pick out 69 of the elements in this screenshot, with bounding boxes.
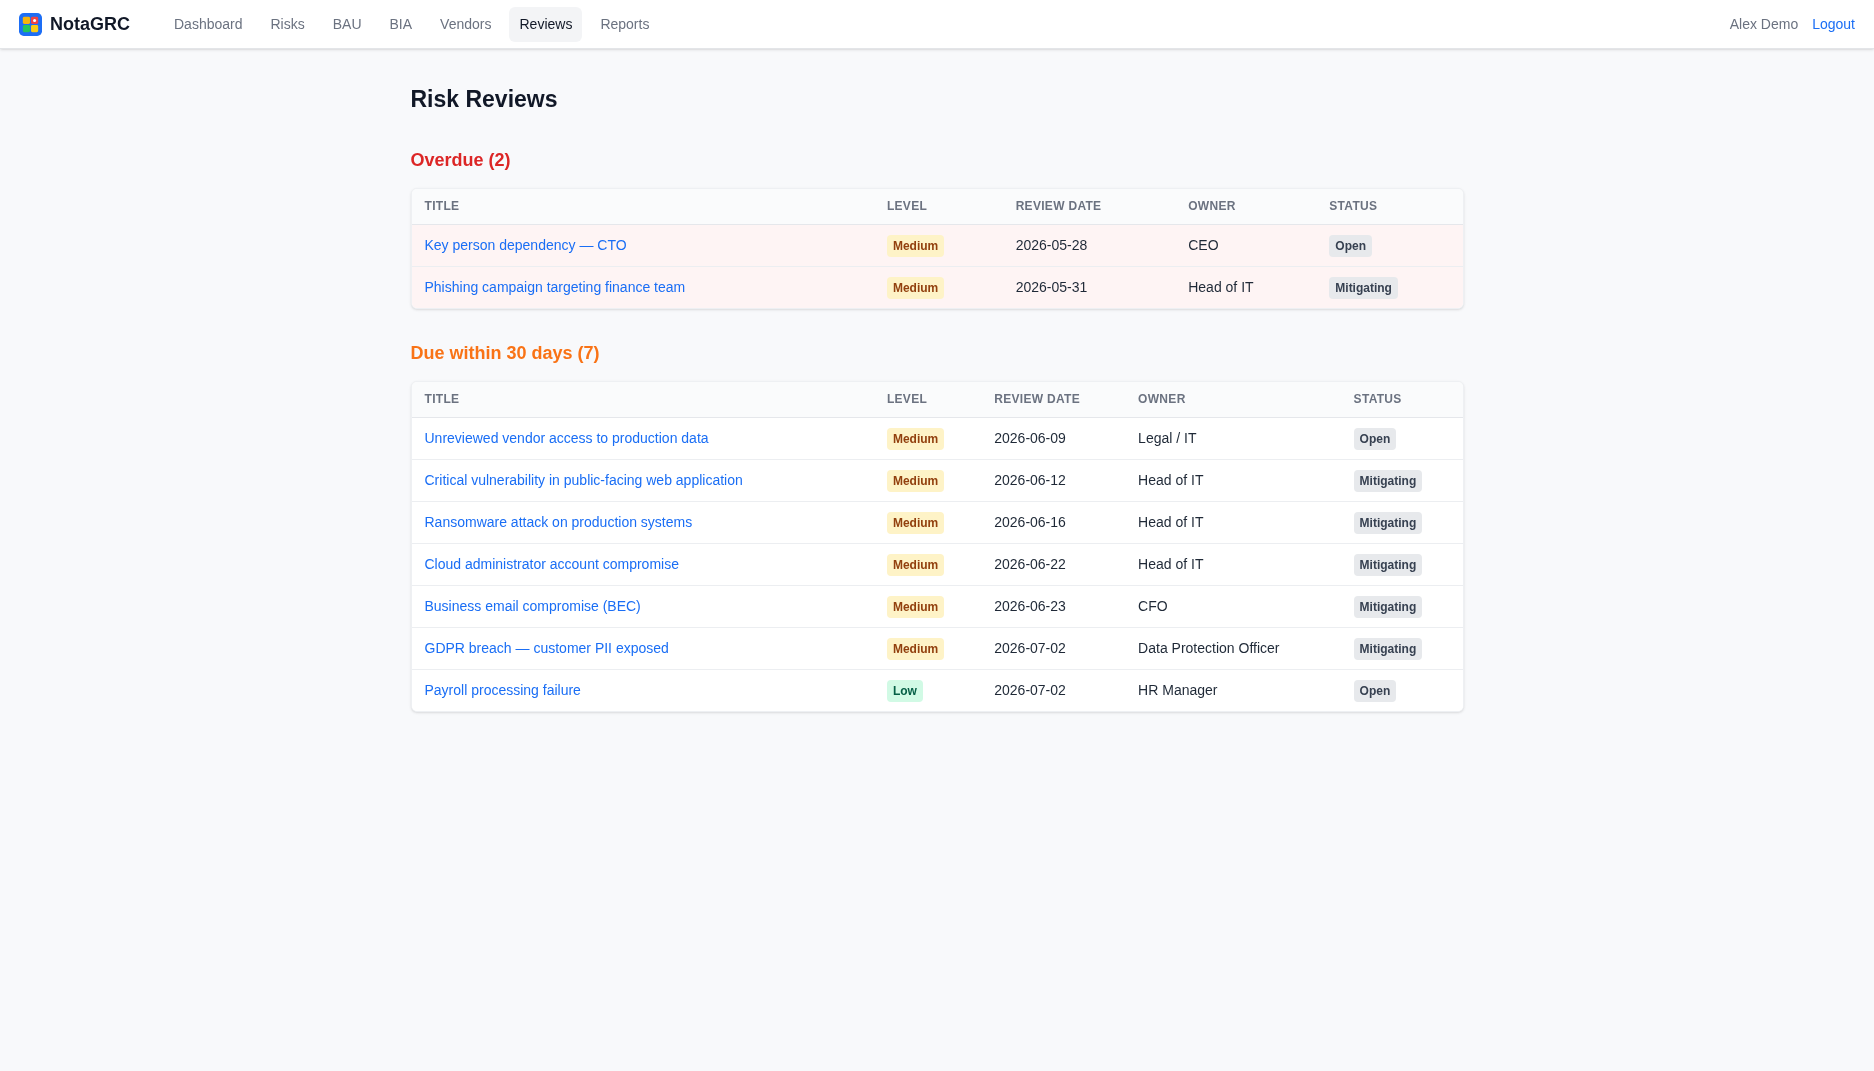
status-badge: Open xyxy=(1353,428,1397,450)
column-header: LEVEL xyxy=(873,382,982,417)
review-date-cell: 2026-07-02 xyxy=(981,627,1126,669)
review-date-cell: 2026-06-23 xyxy=(981,585,1126,627)
status-badge: Mitigating xyxy=(1353,512,1423,534)
level-badge: Medium xyxy=(886,235,945,257)
nav-link[interactable]: Risks xyxy=(260,6,315,42)
level-badge: Medium xyxy=(886,512,945,534)
owner-cell: Head of IT xyxy=(1175,266,1317,308)
level-badge: Medium xyxy=(886,428,945,450)
risk-title-link[interactable]: GDPR breach — customer PII exposed xyxy=(424,640,669,656)
column-header: LEVEL xyxy=(873,189,1003,224)
risk-title-link[interactable]: Payroll processing failure xyxy=(424,682,581,699)
status-badge: Mitigating xyxy=(1353,596,1423,618)
review-date-cell: 2026-07-02 xyxy=(981,669,1126,711)
review-date-cell: 2026-05-31 xyxy=(1002,266,1176,308)
nav-link[interactable]: Dashboard xyxy=(164,6,253,42)
owner-cell: CEO xyxy=(1175,224,1317,266)
owner-cell: Head of IT xyxy=(1125,543,1341,585)
risk-title-link[interactable]: Critical vulnerability in public-facing web application xyxy=(424,472,743,488)
owner-cell: Legal / IT xyxy=(1125,417,1341,459)
brand-name: NotaGRC xyxy=(50,12,130,36)
page-title: Risk Reviews xyxy=(410,85,559,114)
owner-cell: Head of IT xyxy=(1125,459,1341,501)
risk-title-link[interactable]: Unreviewed vendor access to production data xyxy=(424,430,709,446)
status-badge: Open xyxy=(1329,235,1372,257)
column-header: STATUS xyxy=(1340,382,1463,417)
level-badge: Low xyxy=(886,680,923,703)
level-badge: Medium xyxy=(886,554,945,576)
column-header: TITLE xyxy=(411,382,874,417)
level-badge: Medium xyxy=(886,277,945,300)
level-badge: Medium xyxy=(886,470,945,492)
risk-title-link[interactable]: Ransomware attack on production systems xyxy=(424,514,693,530)
risk-title-link[interactable]: Cloud administrator account compromise xyxy=(424,556,679,572)
nav-link[interactable]: Vendors xyxy=(430,6,502,42)
status-badge: Mitigating xyxy=(1329,277,1398,300)
column-header: REVIEW DATE xyxy=(981,382,1126,417)
status-badge: Mitigating xyxy=(1353,638,1423,660)
nav-link[interactable]: BIA xyxy=(379,6,423,42)
logout-link[interactable]: Logout xyxy=(1812,13,1855,35)
owner-cell: Data Protection Officer xyxy=(1125,627,1341,669)
section-heading: Due within 30 days (7) xyxy=(410,342,601,365)
review-date-cell: 2026-06-09 xyxy=(981,417,1126,459)
level-badge: Medium xyxy=(886,638,945,660)
risk-title-link[interactable]: Phishing campaign targeting finance team xyxy=(424,279,686,296)
status-badge: Mitigating xyxy=(1353,470,1423,492)
nav-link[interactable]: Reports xyxy=(590,6,660,42)
review-date-cell: 2026-05-28 xyxy=(1002,224,1176,266)
section-heading: Overdue (2) xyxy=(410,149,512,172)
user-name: Alex Demo xyxy=(1729,14,1799,34)
review-date-cell: 2026-06-16 xyxy=(981,501,1126,543)
owner-cell: CFO xyxy=(1125,585,1341,627)
nav-link[interactable]: BAU xyxy=(322,6,372,42)
column-header: OWNER xyxy=(1125,382,1341,417)
owner-cell: HR Manager xyxy=(1125,669,1341,711)
risk-title-link[interactable]: Business email compromise (BEC) xyxy=(424,598,641,614)
column-header: OWNER xyxy=(1175,189,1317,224)
level-badge: Medium xyxy=(886,596,945,618)
status-badge: Open xyxy=(1353,680,1397,703)
risk-title-link[interactable]: Key person dependency — CTO xyxy=(424,237,627,253)
tile-grid-logo-icon xyxy=(19,12,42,36)
column-header: STATUS xyxy=(1316,189,1463,224)
review-date-cell: 2026-06-22 xyxy=(981,543,1126,585)
status-badge: Mitigating xyxy=(1353,554,1423,576)
review-date-cell: 2026-06-12 xyxy=(981,459,1126,501)
owner-cell: Head of IT xyxy=(1125,501,1341,543)
column-header: TITLE xyxy=(411,189,874,224)
column-header: REVIEW DATE xyxy=(1002,189,1176,224)
nav-link[interactable]: Reviews xyxy=(509,6,583,42)
